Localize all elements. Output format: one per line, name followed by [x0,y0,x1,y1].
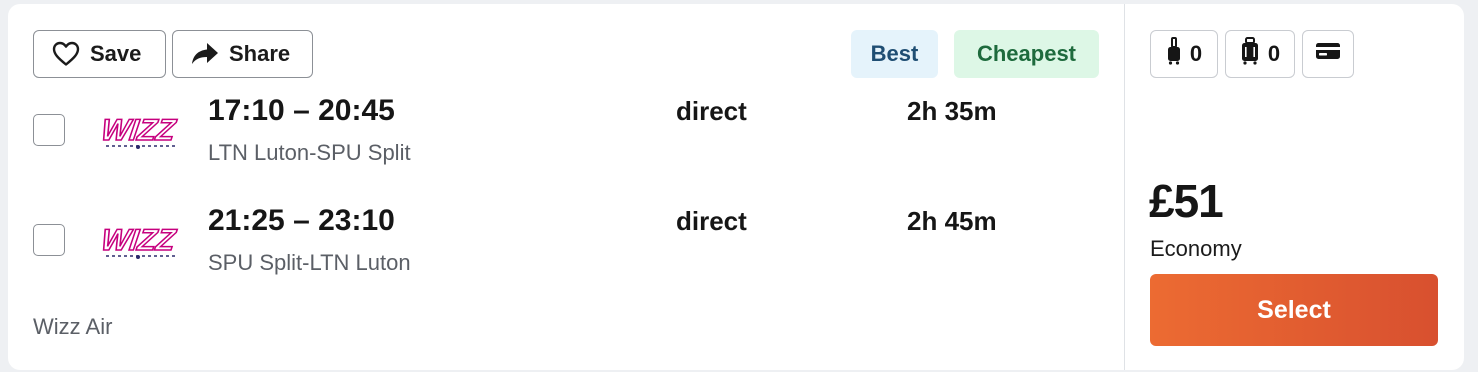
svg-text:WIZZ: WIZZ [100,114,179,147]
airline-name: Wizz Air [33,314,113,339]
fare-price: £51 [1149,175,1224,227]
share-button[interactable]: Share [172,30,313,78]
svg-text:WIZZ: WIZZ [100,224,179,257]
cabin-bag-chip[interactable]: 0 [1150,30,1218,78]
share-label: Share [229,41,291,66]
leg-duration: 2h 45m [907,206,997,236]
leg-duration: 2h 35m [907,96,997,126]
leg-route: LTN Luton-SPU Split [208,140,411,165]
leg-stops: direct [676,206,747,236]
save-label: Save [90,41,142,66]
itinerary-section: Save Share Best Cheapest WIZZ 17:10 – 20… [8,4,1124,370]
leg-route: SPU Split-LTN Luton [208,250,411,275]
heart-icon [52,41,80,67]
leg-times: 17:10 – 20:45 [208,94,395,127]
payment-chip[interactable] [1302,30,1354,78]
wizz-air-logo-icon: WIZZ [98,220,182,265]
flight-result-card: Save Share Best Cheapest WIZZ 17:10 – 20… [8,4,1464,370]
credit-card-icon [1315,41,1341,67]
cabin-bag-icon [1166,37,1182,71]
leg-checkbox[interactable] [33,224,65,256]
checked-bag-chip[interactable]: 0 [1225,30,1295,78]
fare-section: 0 0 £51 Economy Select [1125,4,1464,370]
return-leg: WIZZ 21:25 – 23:10 SPU Split-LTN Luton d… [8,202,1124,282]
leg-checkbox[interactable] [33,114,65,146]
checked-bag-icon [1240,37,1260,71]
best-badge: Best [851,30,938,78]
share-arrow-icon [191,42,219,66]
cabin-bag-count: 0 [1189,41,1203,66]
save-button[interactable]: Save [33,30,166,78]
select-button[interactable]: Select [1150,274,1438,346]
wizz-air-logo-icon: WIZZ [98,110,182,155]
checked-bag-count: 0 [1267,41,1281,66]
outbound-leg: WIZZ 17:10 – 20:45 LTN Luton-SPU Split d… [8,92,1124,172]
cabin-class: Economy [1150,236,1242,261]
leg-times: 21:25 – 23:10 [208,204,395,237]
leg-stops: direct [676,96,747,126]
cheapest-badge: Cheapest [954,30,1099,78]
